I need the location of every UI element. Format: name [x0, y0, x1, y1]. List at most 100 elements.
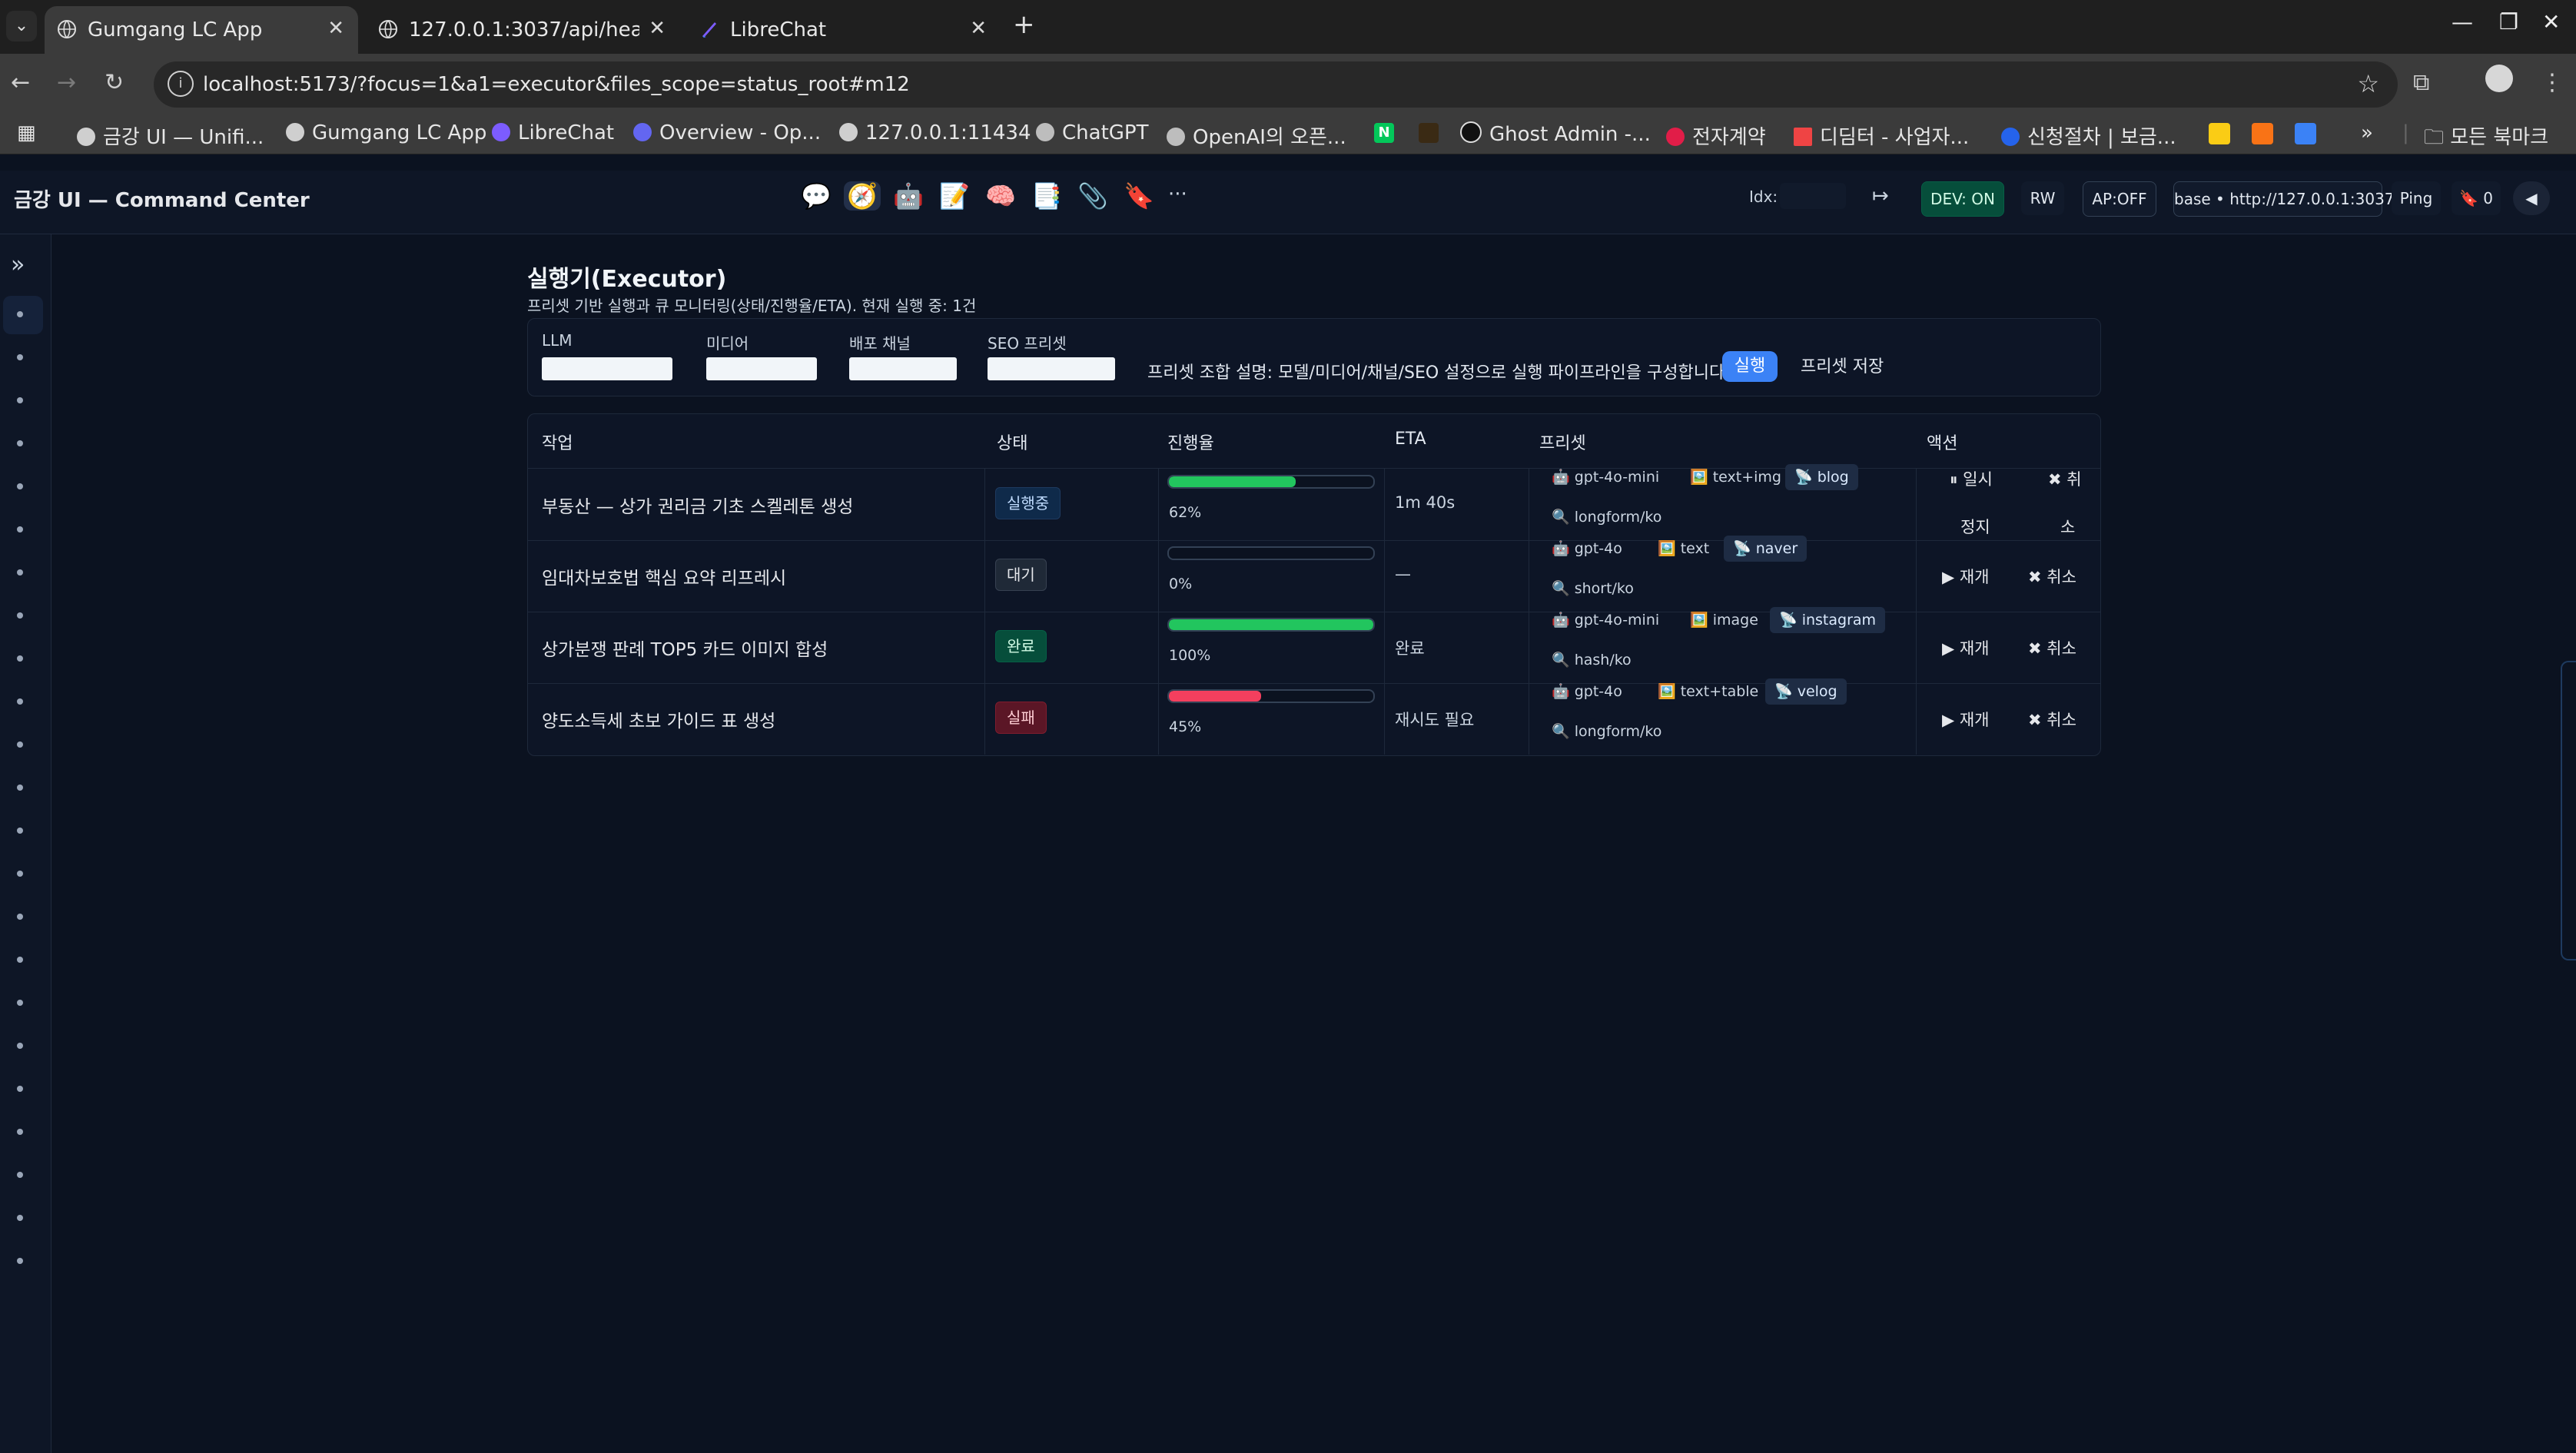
rail-item[interactable] — [17, 871, 23, 877]
cancel-button[interactable]: ✖ 취소 — [2028, 636, 2076, 659]
rail-item[interactable] — [17, 698, 23, 705]
rail-item[interactable] — [17, 914, 23, 920]
media-select[interactable] — [706, 357, 817, 380]
bookmark-favicon-icon[interactable] — [2295, 123, 2316, 144]
rail-item[interactable] — [17, 1043, 23, 1049]
menu-kebab-icon[interactable]: ⋮ — [2541, 69, 2564, 96]
resume-button[interactable]: ▶ 재개 — [1942, 636, 1989, 659]
star-icon[interactable]: ☆ — [2357, 69, 2379, 98]
bookmark-item[interactable]: 신청절차 | 보금... — [2001, 121, 2176, 150]
dev-toggle[interactable]: DEV: ON — [1921, 181, 2004, 217]
ping-button[interactable]: Ping — [2392, 181, 2441, 215]
back-icon[interactable]: ← — [11, 69, 30, 96]
restore-icon[interactable]: ❐ — [2499, 9, 2518, 35]
brain-icon[interactable]: 🧠 — [985, 181, 1016, 211]
bookmark-item[interactable]: OpenAI의 오픈... — [1167, 121, 1346, 150]
more-bookmarks-icon[interactable]: » — [2361, 121, 2373, 144]
rail-item[interactable] — [17, 957, 23, 963]
llm-select[interactable] — [542, 357, 672, 380]
rail-item[interactable] — [17, 526, 23, 532]
cancel-button-label-cont[interactable]: 소 — [2060, 515, 2075, 538]
bookmark-favicon-icon[interactable] — [1419, 123, 1439, 143]
browser-tab-gumgang[interactable]: Gumgang LC App ✕ — [45, 6, 358, 54]
run-button[interactable]: 실행 — [1722, 351, 1778, 382]
save-preset-button[interactable]: 프리셋 저장 — [1801, 353, 1884, 377]
document-icon[interactable]: 📑 — [1031, 181, 1062, 211]
resume-button[interactable]: ▶ 재개 — [1942, 708, 1989, 731]
rail-item[interactable] — [17, 397, 23, 403]
rail-item[interactable] — [17, 1215, 23, 1221]
side-drawer-handle[interactable] — [2561, 661, 2576, 960]
rw-toggle[interactable]: RW — [2021, 181, 2064, 215]
bookmark-item[interactable]: Gumgang LC App — [286, 121, 486, 144]
bookmark-item[interactable]: ChatGPT — [1036, 121, 1148, 144]
resume-button[interactable]: ▶ 재개 — [1942, 565, 1989, 588]
more-icon[interactable]: ··· — [1168, 183, 1187, 206]
pause-button-label-cont[interactable]: 정지 — [1960, 515, 1990, 538]
bookmark-item[interactable]: 디딤터 - 사업자... — [1794, 121, 1969, 150]
bookmark-favicon-icon[interactable] — [2252, 123, 2273, 144]
rail-item[interactable] — [17, 311, 23, 317]
url-text[interactable]: localhost:5173/?focus=1&a1=executor&file… — [203, 73, 910, 96]
cancel-button[interactable]: ✖ 취 — [2048, 467, 2082, 490]
extensions-icon[interactable]: ⧉ — [2413, 69, 2429, 96]
bookmark-icon[interactable]: 🔖 — [1124, 181, 1154, 211]
all-bookmarks-folder[interactable]: 🗀 모든 북마크 — [2424, 121, 2548, 157]
minimize-icon[interactable]: — — [2452, 9, 2473, 35]
bookmark-item[interactable]: 금강 UI — Unifi... — [77, 121, 264, 150]
cancel-button[interactable]: ✖ 취소 — [2028, 708, 2076, 731]
bookmark-count[interactable]: 🔖 0 — [2452, 181, 2501, 215]
close-tab-icon[interactable]: ✕ — [649, 17, 666, 40]
rail-item[interactable] — [17, 655, 23, 662]
arrow-icon[interactable]: ↦ — [1872, 184, 1889, 207]
idx-input[interactable] — [1780, 183, 1846, 209]
bookmark-item[interactable]: 127.0.0.1:11434 — [839, 121, 1031, 144]
rail-item[interactable] — [17, 1172, 23, 1178]
rail-item[interactable] — [17, 1086, 23, 1092]
cancel-button[interactable]: ✖ 취소 — [2028, 565, 2076, 588]
bookmark-favicon-icon[interactable] — [2209, 123, 2230, 144]
pause-button[interactable]: ⏸ 일시 — [1950, 467, 1993, 490]
address-bar[interactable]: i localhost:5173/?focus=1&a1=executor&fi… — [154, 61, 2398, 108]
channel-select[interactable] — [849, 357, 957, 380]
paperclip-icon[interactable]: 📎 — [1077, 181, 1108, 211]
expand-rail-icon[interactable]: » — [11, 251, 25, 278]
chat-icon[interactable]: 💬 — [801, 181, 832, 211]
browser-tab-health[interactable]: 127.0.0.1:3037/api/healt ✕ — [366, 6, 679, 54]
close-window-icon[interactable]: ✕ — [2542, 9, 2560, 35]
reload-icon[interactable]: ↻ — [105, 69, 124, 96]
bookmark-item[interactable]: LibreChat — [492, 121, 614, 144]
bookmark-item[interactable]: 전자계약 — [1666, 121, 1766, 150]
close-tab-icon[interactable]: ✕ — [327, 17, 344, 40]
rail-item[interactable] — [17, 741, 23, 748]
close-tab-icon[interactable]: ✕ — [970, 17, 987, 40]
rail-item[interactable] — [17, 828, 23, 834]
base-url-badge[interactable]: base • http://127.0.0.1:3037 — [2173, 181, 2395, 217]
site-info-icon[interactable]: i — [168, 71, 194, 97]
memo-icon[interactable]: 📝 — [939, 181, 970, 211]
ap-toggle[interactable]: AP:OFF — [2083, 181, 2156, 217]
rail-item[interactable] — [17, 785, 23, 791]
naver-icon[interactable]: N — [1374, 123, 1394, 143]
bookmark-item[interactable]: Ghost Admin -... — [1460, 121, 1651, 146]
rail-item[interactable] — [17, 569, 23, 576]
tab-search-button[interactable]: ⌄ — [6, 11, 37, 41]
rail-active-item[interactable] — [3, 296, 43, 334]
rail-item[interactable] — [17, 483, 23, 489]
browser-tab-librechat[interactable]: LibreChat ✕ — [687, 6, 1001, 54]
profile-avatar[interactable] — [2485, 65, 2513, 92]
collapse-panel-button[interactable]: ◀ — [2513, 181, 2550, 215]
robot-icon[interactable]: 🤖 — [893, 181, 924, 211]
new-tab-button[interactable]: + — [1013, 9, 1035, 40]
rail-item[interactable] — [17, 1000, 23, 1006]
rail-item[interactable] — [17, 1258, 23, 1264]
rail-item[interactable] — [17, 612, 23, 619]
rail-item[interactable] — [17, 1129, 23, 1135]
bookmark-item[interactable]: Overview - Op... — [633, 121, 821, 144]
seo-select[interactable] — [988, 357, 1115, 380]
rail-item[interactable] — [17, 354, 23, 360]
rail-item[interactable] — [17, 440, 23, 446]
forward-icon[interactable]: → — [57, 69, 76, 96]
compass-icon[interactable]: 🧭 — [844, 181, 881, 211]
apps-grid-icon[interactable]: ▦ — [17, 121, 36, 144]
